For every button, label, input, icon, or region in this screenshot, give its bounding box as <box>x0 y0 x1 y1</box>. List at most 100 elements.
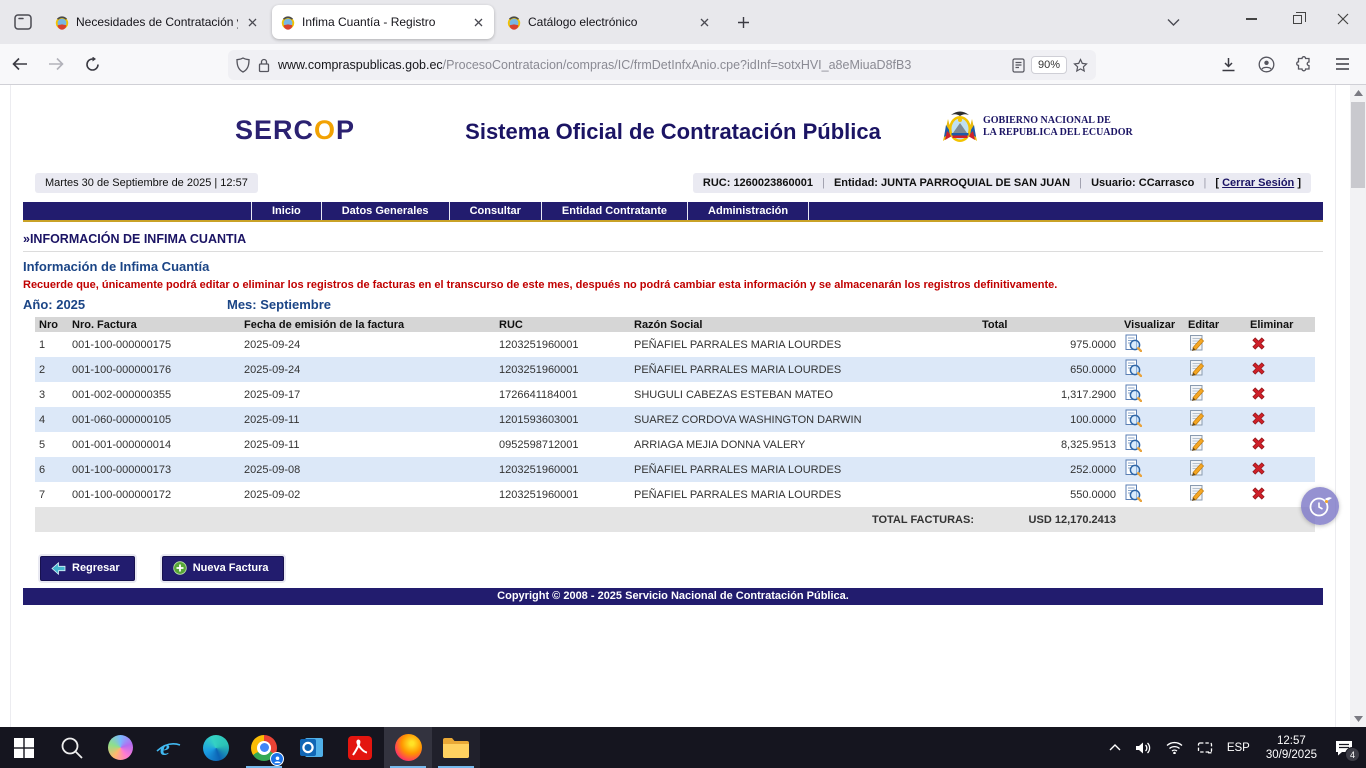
start-button[interactable] <box>0 727 48 768</box>
back-icon[interactable] <box>4 48 36 80</box>
ruc-label: RUC: <box>703 177 731 189</box>
copilot-icon[interactable] <box>96 727 144 768</box>
cell-total: 252.0000 <box>978 457 1120 482</box>
menu-item-entidad-contratante[interactable]: Entidad Contratante <box>542 202 688 220</box>
tab-close-icon[interactable] <box>470 14 486 30</box>
eliminar-icon[interactable] <box>1250 435 1267 452</box>
browser-toolbar: www.compraspublicas.gob.ec/ProcesoContra… <box>0 44 1366 85</box>
main-menu: InicioDatos GeneralesConsultarEntidad Co… <box>23 202 1323 222</box>
downloads-icon[interactable] <box>1212 48 1244 80</box>
extensions-icon[interactable] <box>1288 48 1320 80</box>
eliminar-icon[interactable] <box>1250 460 1267 477</box>
cell-fecha: 2025-09-08 <box>240 457 495 482</box>
tab-close-icon[interactable] <box>244 14 260 30</box>
zoom-level-badge[interactable]: 90% <box>1031 56 1067 74</box>
restore-icon[interactable] <box>1274 0 1320 38</box>
column-header: Total <box>978 317 1120 332</box>
url-path: /ProcesoContratacion/compras/IC/frmDetIn… <box>443 58 912 72</box>
close-icon[interactable] <box>1320 0 1366 38</box>
visualizar-icon[interactable] <box>1124 434 1142 452</box>
wifi-icon[interactable] <box>1159 727 1190 768</box>
section-title: Información de Infima Cuantía <box>23 259 1323 274</box>
chrome-icon[interactable] <box>240 727 288 768</box>
internet-explorer-icon[interactable]: e <box>144 727 192 768</box>
bookmark-star-icon[interactable] <box>1073 58 1088 73</box>
eliminar-icon[interactable] <box>1250 410 1267 427</box>
taskbar-search-icon[interactable] <box>48 727 96 768</box>
logout-link[interactable]: Cerrar Sesión <box>1222 177 1294 189</box>
url-text[interactable]: www.compraspublicas.gob.ec/ProcesoContra… <box>278 58 1012 72</box>
usuario-value: CCarrasco <box>1139 177 1195 189</box>
file-explorer-icon[interactable] <box>432 727 480 768</box>
editar-icon[interactable] <box>1188 459 1206 477</box>
browser-tab[interactable]: Infima Cuantía - Registro <box>272 5 494 39</box>
visualizar-icon[interactable] <box>1124 459 1142 477</box>
taskbar-clock[interactable]: 12:5730/9/2025 <box>1257 727 1326 768</box>
edge-icon[interactable] <box>192 727 240 768</box>
editar-icon[interactable] <box>1188 484 1206 502</box>
visualizar-icon[interactable] <box>1124 359 1142 377</box>
new-tab-icon[interactable] <box>728 7 758 37</box>
editar-icon[interactable] <box>1188 384 1206 402</box>
eliminar-icon[interactable] <box>1250 485 1267 502</box>
firefox-view-icon[interactable] <box>8 7 38 37</box>
shield-icon[interactable] <box>236 57 250 73</box>
datetime-bar: Martes 30 de Septiembre de 2025 | 12:57 <box>35 173 258 193</box>
account-icon[interactable] <box>1250 48 1282 80</box>
volume-icon[interactable] <box>1128 727 1159 768</box>
browser-tab[interactable]: Necesidades de Contratación y <box>46 5 268 39</box>
editar-icon[interactable] <box>1188 409 1206 427</box>
scrollbar-thumb[interactable] <box>1351 102 1365 188</box>
regresar-button[interactable]: Regresar <box>40 556 135 581</box>
menu-item-administración[interactable]: Administración <box>688 202 809 220</box>
total-row: TOTAL FACTURAS: USD 12,170.2413 <box>35 507 1315 532</box>
reload-icon[interactable] <box>76 48 108 80</box>
gov-text-line1: GOBIERNO NACIONAL DE <box>983 115 1133 127</box>
minimize-icon[interactable] <box>1228 0 1274 38</box>
scroll-up-icon[interactable] <box>1350 85 1366 101</box>
table-body: 1 001-100-000000175 2025-09-24 120325196… <box>35 332 1315 507</box>
visualizar-icon[interactable] <box>1124 409 1142 427</box>
chrome-profile-badge <box>270 752 284 766</box>
reader-mode-icon[interactable] <box>1012 58 1025 73</box>
column-header: Fecha de emisión de la factura <box>240 317 495 332</box>
notification-center-icon[interactable]: 4 <box>1326 727 1366 768</box>
menu-item-inicio[interactable]: Inicio <box>251 202 322 220</box>
menu-hamburger-icon[interactable] <box>1326 48 1358 80</box>
scroll-down-icon[interactable] <box>1350 711 1366 727</box>
tab-close-icon[interactable] <box>696 14 712 30</box>
editar-icon[interactable] <box>1188 359 1206 377</box>
tab-overflow-chevron-icon[interactable] <box>1158 7 1188 37</box>
tray-chevron-icon[interactable] <box>1102 727 1128 768</box>
floating-clock-widget[interactable] <box>1301 487 1339 525</box>
acrobat-icon[interactable] <box>336 727 384 768</box>
browser-tab[interactable]: Catálogo electrónico <box>498 5 720 39</box>
cell-fecha: 2025-09-24 <box>240 357 495 382</box>
firefox-icon[interactable] <box>384 727 432 768</box>
outlook-icon[interactable] <box>288 727 336 768</box>
nueva-factura-button[interactable]: Nueva Factura <box>162 556 284 581</box>
lock-icon[interactable] <box>258 58 270 73</box>
connect-display-icon[interactable] <box>1190 727 1220 768</box>
bracket: ] <box>1297 177 1301 189</box>
menu-item-datos-generales[interactable]: Datos Generales <box>322 202 450 220</box>
cell-fecha: 2025-09-24 <box>240 332 495 357</box>
language-indicator[interactable]: ESP <box>1220 727 1257 768</box>
visualizar-icon[interactable] <box>1124 384 1142 402</box>
editar-icon[interactable] <box>1188 334 1206 352</box>
page-viewport: SERCOP Sistema Oficial de Contratación P… <box>0 85 1350 727</box>
eliminar-icon[interactable] <box>1250 385 1267 402</box>
menu-item-consultar[interactable]: Consultar <box>450 202 542 220</box>
page-scrollbar[interactable] <box>1350 85 1366 727</box>
window-controls <box>1228 0 1366 38</box>
eliminar-icon[interactable] <box>1250 335 1267 352</box>
url-bar[interactable]: www.compraspublicas.gob.ec/ProcesoContra… <box>228 50 1096 80</box>
visualizar-icon[interactable] <box>1124 484 1142 502</box>
visualizar-icon[interactable] <box>1124 334 1142 352</box>
month-label: Mes: Septiembre <box>227 297 331 312</box>
eliminar-icon[interactable] <box>1250 360 1267 377</box>
cell-factura: 001-100-000000176 <box>68 357 240 382</box>
forward-icon[interactable] <box>40 48 72 80</box>
editar-icon[interactable] <box>1188 434 1206 452</box>
cell-nro: 3 <box>35 382 68 407</box>
